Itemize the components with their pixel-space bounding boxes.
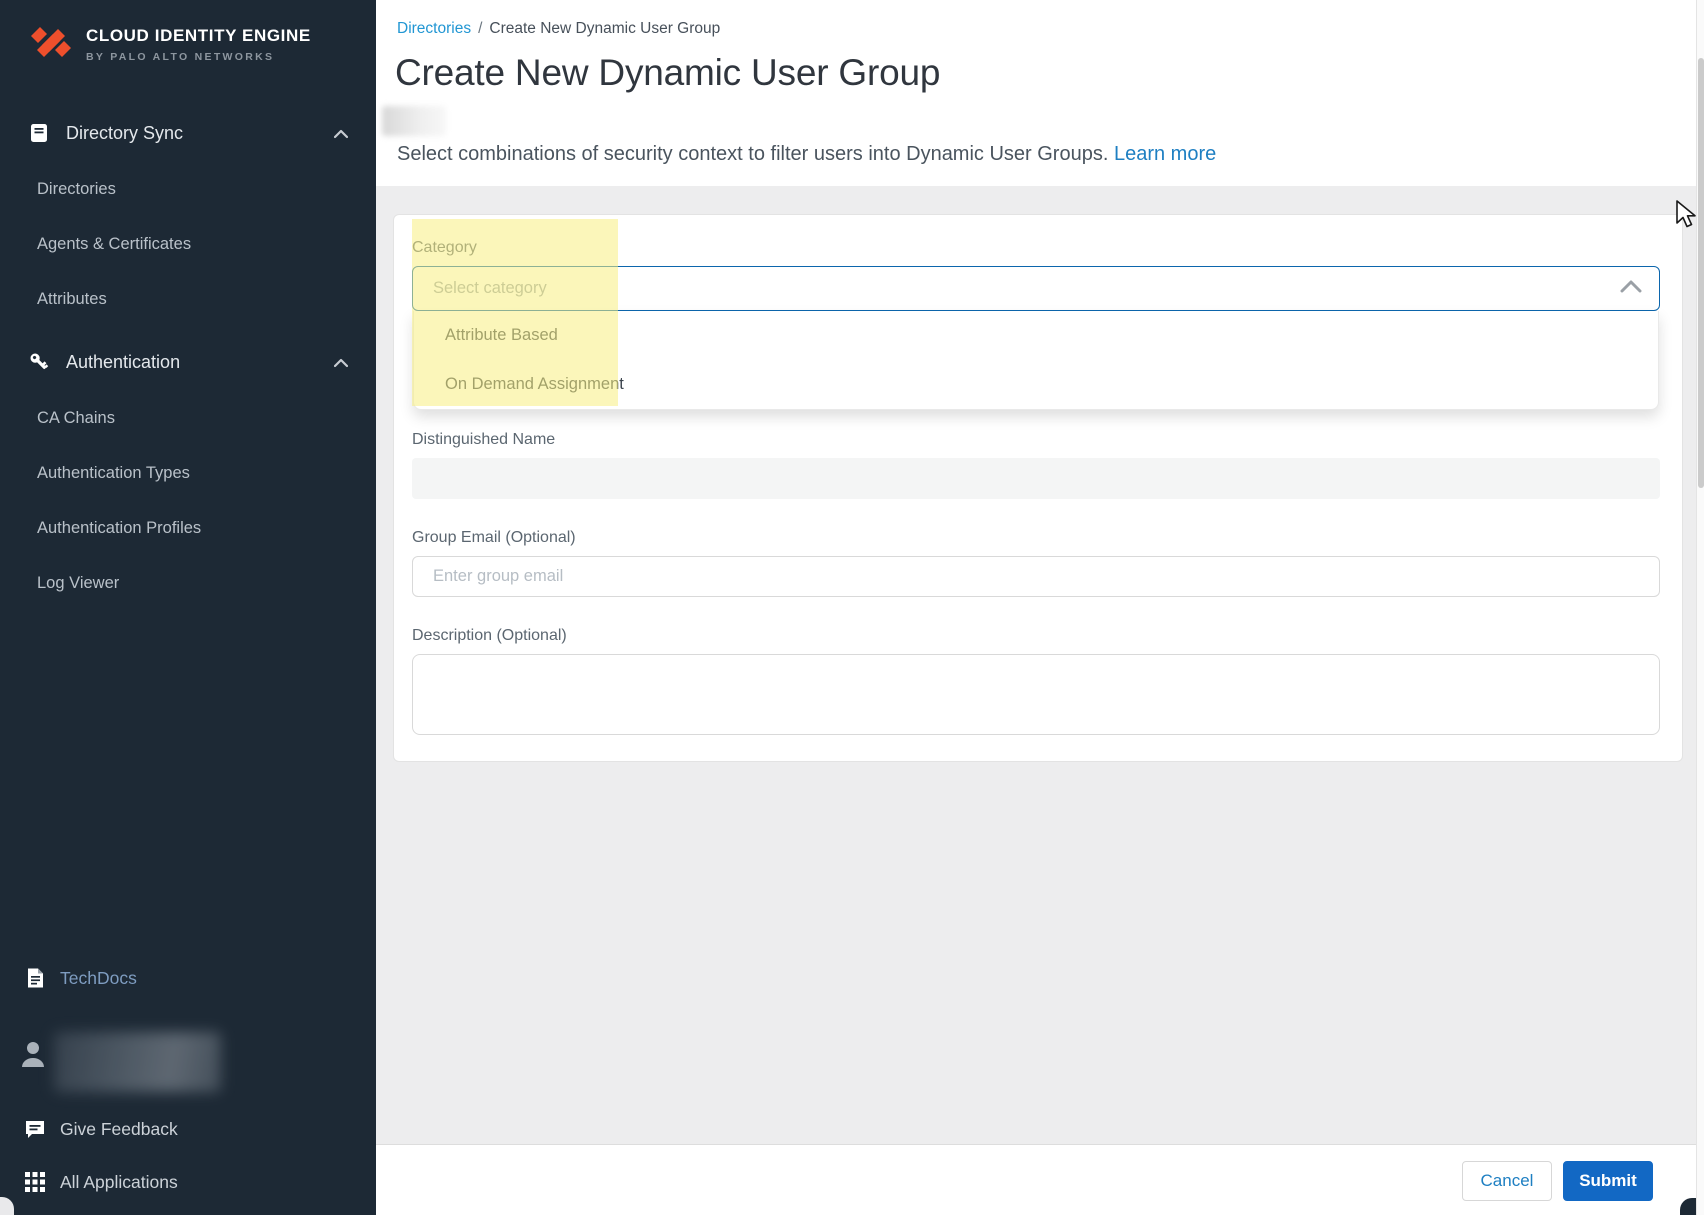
action-bar: Cancel Submit <box>376 1144 1704 1215</box>
category-dropdown-menu: Attribute Based On Demand Assignment <box>413 311 1659 410</box>
book-icon <box>28 122 50 144</box>
chevron-up-icon[interactable] <box>334 123 348 144</box>
sidebar-item-label: Attributes <box>37 290 107 309</box>
all-applications-label: All Applications <box>60 1172 178 1193</box>
category-select[interactable]: Select category <box>412 266 1660 311</box>
give-feedback-label: Give Feedback <box>60 1119 178 1140</box>
mouse-cursor <box>1674 200 1700 235</box>
sidebar-item-ca-chains[interactable]: CA Chains <box>0 391 376 446</box>
page-subtitle: Select combinations of security context … <box>397 143 1216 166</box>
sidebar-item-label: Log Viewer <box>37 574 119 593</box>
chevron-up-icon[interactable] <box>334 352 348 373</box>
option-on-demand-assignment[interactable]: On Demand Assignment <box>414 360 1658 409</box>
sidebar-item-label: Authentication Types <box>37 464 190 483</box>
option-attribute-based[interactable]: Attribute Based <box>414 311 1658 360</box>
sidebar-item-techdocs[interactable]: TechDocs <box>0 952 376 1004</box>
category-label: Category <box>412 239 1660 257</box>
redacted-chip <box>382 106 446 136</box>
submit-button[interactable]: Submit <box>1563 1161 1653 1201</box>
sidebar-item-authentication-types[interactable]: Authentication Types <box>0 446 376 501</box>
chevron-up-icon[interactable] <box>1620 280 1642 298</box>
sidebar-section-label: Directory Sync <box>66 123 183 144</box>
sidebar-section-directory-sync[interactable]: Directory Sync <box>0 104 376 162</box>
sidebar-item-label: Directories <box>37 180 116 199</box>
feedback-chat-icon <box>24 1118 46 1140</box>
user-avatar-icon[interactable] <box>20 1040 46 1068</box>
sidebar: CLOUD IDENTITY ENGINE BY PALO ALTO NETWO… <box>0 0 376 1215</box>
group-email-field[interactable] <box>412 556 1660 597</box>
description-field[interactable] <box>412 654 1660 735</box>
brand-subtitle: BY PALO ALTO NETWORKS <box>86 51 311 63</box>
form-background: Category Select category Attribute Based… <box>376 186 1704 1144</box>
apps-grid-icon <box>24 1171 46 1193</box>
sidebar-item-authentication-profiles[interactable]: Authentication Profiles <box>0 501 376 556</box>
sidebar-item-log-viewer[interactable]: Log Viewer <box>0 556 376 611</box>
page-scrollbar[interactable] <box>1696 0 1704 1215</box>
sidebar-item-all-applications[interactable]: All Applications <box>0 1158 376 1206</box>
sidebar-nav: Directory Sync Directories Agents & Cert… <box>0 104 376 611</box>
sidebar-section-label: Authentication <box>66 352 180 373</box>
breadcrumb-separator: / <box>478 20 482 37</box>
palo-alto-logo-icon <box>28 20 74 69</box>
description-label: Description (Optional) <box>412 627 1660 645</box>
sidebar-section-authentication[interactable]: Authentication <box>0 333 376 391</box>
distinguished-name-label: Distinguished Name <box>412 431 1660 449</box>
sidebar-item-give-feedback[interactable]: Give Feedback <box>0 1106 376 1152</box>
breadcrumb-directories-link[interactable]: Directories <box>397 20 471 37</box>
scrollbar-thumb[interactable] <box>1698 58 1704 488</box>
main-content: Directories / Create New Dynamic User Grou… <box>376 0 1704 1215</box>
sidebar-item-attributes[interactable]: Attributes <box>0 272 376 327</box>
cancel-button[interactable]: Cancel <box>1462 1161 1552 1201</box>
user-name-redacted <box>54 1032 221 1092</box>
sidebar-item-label: Agents & Certificates <box>37 235 191 254</box>
page-subtitle-text: Select combinations of security context … <box>397 143 1108 165</box>
dynamic-user-group-form-card: Category Select category Attribute Based… <box>393 214 1683 762</box>
sidebar-item-label: Authentication Profiles <box>37 519 201 538</box>
sidebar-item-label: CA Chains <box>37 409 115 428</box>
cloud-identity-engine-app: CLOUD IDENTITY ENGINE BY PALO ALTO NETWO… <box>0 0 1704 1215</box>
category-select-placeholder: Select category <box>433 279 547 298</box>
group-email-label: Group Email (Optional) <box>412 529 1660 547</box>
breadcrumb-current: Create New Dynamic User Group <box>489 20 720 37</box>
sidebar-item-agents-certificates[interactable]: Agents & Certificates <box>0 217 376 272</box>
key-icon <box>28 351 50 373</box>
breadcrumb: Directories / Create New Dynamic User Grou… <box>397 20 720 38</box>
page-title: Create New Dynamic User Group <box>395 52 940 94</box>
brand-title: CLOUD IDENTITY ENGINE <box>86 26 311 46</box>
sidebar-item-directories[interactable]: Directories <box>0 162 376 217</box>
document-icon <box>24 967 46 989</box>
brand: CLOUD IDENTITY ENGINE BY PALO ALTO NETWO… <box>28 20 311 69</box>
distinguished-name-field <box>412 458 1660 499</box>
learn-more-link[interactable]: Learn more <box>1114 143 1216 165</box>
techdocs-label: TechDocs <box>60 968 137 989</box>
